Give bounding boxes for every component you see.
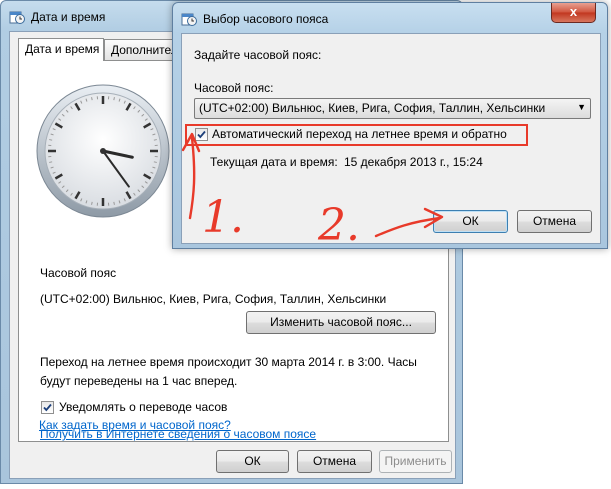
highlight-box [185,124,528,146]
notify-checkbox[interactable] [41,401,54,414]
window-title: Дата и время [31,10,106,24]
close-icon: x [569,4,578,19]
clock-minor-tick [113,97,115,101]
notify-checkbox-label[interactable]: Уведомлять о переводе часов [59,400,227,414]
timezone-heading: Часовой пояс [40,266,117,280]
timezone-label: Часовой пояс: [194,81,274,95]
timezone-select-value: (UTC+02:00) Вильнюс, Киев, Рига, София, … [199,101,546,115]
prompt-text: Задайте часовой пояс: [194,48,322,62]
cancel-button[interactable]: Отмена [297,450,372,473]
how-to-set-time-link[interactable]: Как задать время и часовой пояс? [39,418,231,432]
tab-additional-clocks[interactable]: Дополнительные часы [104,39,174,60]
clock-minor-tick [153,161,157,163]
clock-minor-tick [91,97,93,101]
dst-info-text: Переход на летнее время происходит 30 ма… [40,355,417,388]
analog-clock [36,84,170,218]
apply-button: Применить [379,450,452,473]
close-button[interactable]: x [551,3,596,23]
clock-minor-tick [49,161,53,163]
datetime-icon [9,11,25,24]
clock-minor-tick [113,201,115,205]
datetime-icon [181,13,197,26]
clock-minor-tick [91,201,93,205]
timezone-value: (UTC+02:00) Вильнюс, Киев, Рига, София, … [40,292,387,306]
tab-date-time[interactable]: Дата и время [18,38,104,61]
timezone-select[interactable]: (UTC+02:00) Вильнюс, Киев, Рига, София, … [194,98,591,119]
chevron-down-icon: ▼ [577,102,586,112]
clock-minor-tick [153,139,157,141]
change-timezone-button[interactable]: Изменить часовой пояс... [246,311,436,334]
ok-button[interactable]: ОК [433,210,508,233]
current-datetime-label: Текущая дата и время: [210,155,338,169]
clock-center [100,148,106,154]
ok-button[interactable]: ОК [216,450,289,473]
cancel-button[interactable]: Отмена [517,210,592,233]
current-datetime-value: 15 декабря 2013 г., 15:24 [344,155,483,169]
checkmark-icon [43,403,52,412]
window-title: Выбор часового пояса [203,12,329,26]
clock-minor-tick [49,139,53,141]
